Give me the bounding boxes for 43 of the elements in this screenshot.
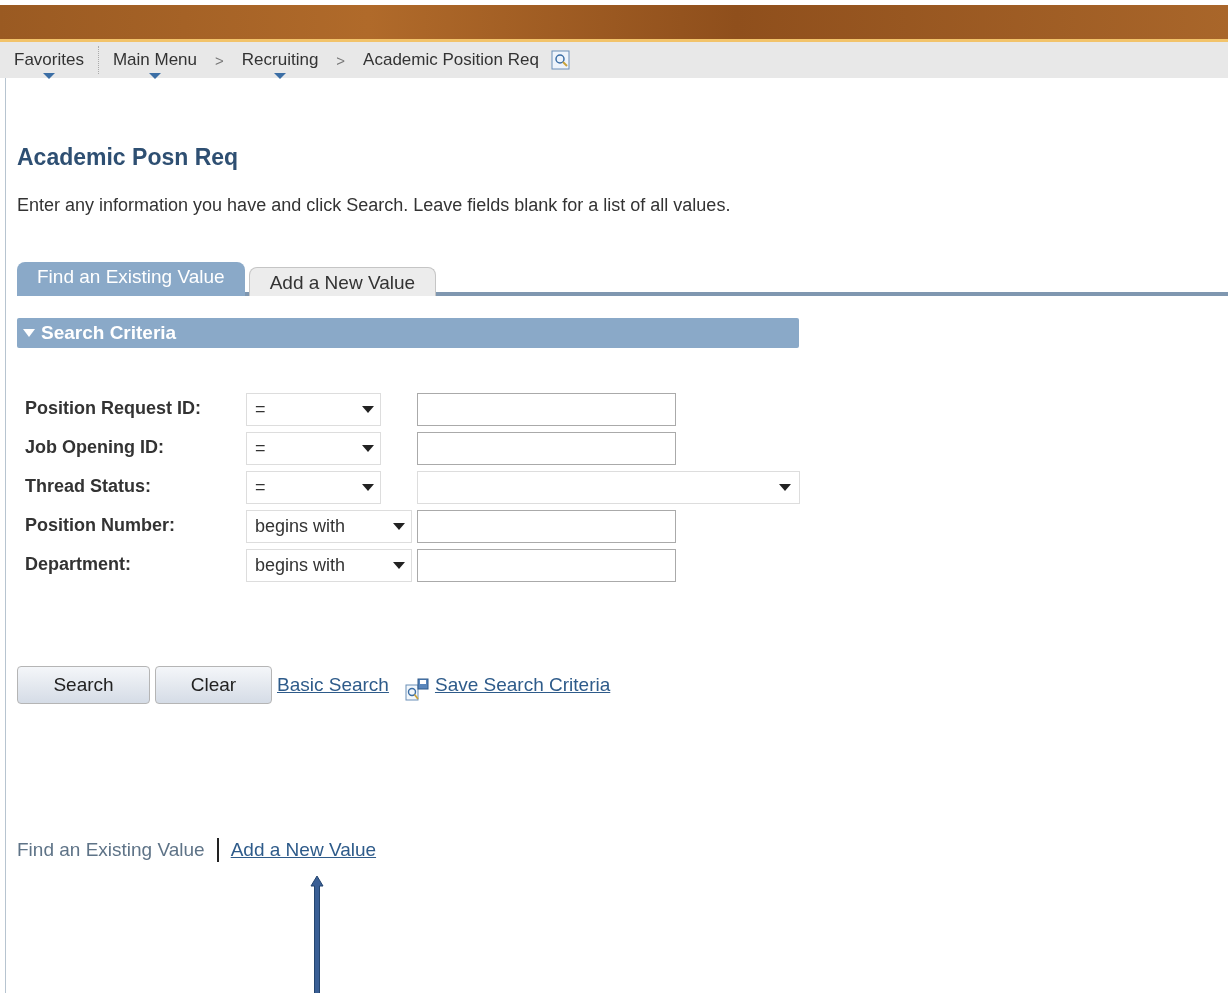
breadcrumb-separator: >: [215, 51, 224, 69]
section-title: Search Criteria: [41, 322, 177, 344]
caret-icon: [362, 484, 374, 491]
link[interactable]: Add a New Value: [230, 839, 377, 861]
caret-icon: [274, 73, 287, 79]
action-button[interactable]: Search: [17, 666, 150, 704]
collapse-icon: [23, 329, 35, 337]
instruction-text: Enter any information you have and click Search. Leave fields blank for a list of all values.: [17, 195, 732, 216]
operator-dropdown[interactable]: =: [246, 471, 381, 504]
operator-dropdown[interactable]: =: [246, 393, 381, 426]
tab[interactable]: Add a New Value: [248, 267, 437, 296]
current-page-label: Find an Existing Value: [17, 839, 205, 861]
operator-dropdown[interactable]: begins with: [246, 549, 412, 582]
action-button[interactable]: Clear: [155, 666, 272, 704]
caret-icon: [393, 562, 405, 569]
value-dropdown[interactable]: [417, 471, 800, 504]
caret-icon: [362, 445, 374, 452]
link[interactable]: Basic Search: [277, 674, 389, 696]
page-title: Academic Posn Req: [17, 143, 240, 171]
search-icon[interactable]: [550, 50, 571, 70]
operator-dropdown[interactable]: begins with: [246, 510, 412, 543]
breadcrumb-separator: >: [336, 51, 346, 69]
caret-icon: [42, 73, 55, 79]
operator-dropdown[interactable]: =: [246, 432, 381, 465]
input-field[interactable]: [417, 510, 676, 543]
save-search-icon[interactable]: [403, 677, 430, 703]
breadcrumb-item: Academic Position Req: [362, 50, 540, 70]
field-label: Department:: [25, 553, 132, 576]
caret-icon: [779, 484, 791, 491]
breadcrumb-menu[interactable]: Main Menu: [110, 50, 200, 70]
caret-icon: [393, 523, 405, 530]
field-label: Position Request ID:: [25, 397, 202, 420]
field-label: Job Opening ID:: [25, 436, 165, 459]
caret-icon: [362, 406, 374, 413]
link[interactable]: Save Search Criteria: [434, 674, 611, 696]
field-label: Position Number:: [25, 514, 176, 537]
field-label: Thread Status:: [25, 475, 153, 498]
breadcrumb-menu[interactable]: Favorites: [12, 50, 86, 70]
breadcrumb-menu[interactable]: Recruiting: [239, 50, 321, 70]
input-field[interactable]: [417, 549, 676, 582]
caret-icon: [148, 73, 161, 79]
input-field[interactable]: [417, 393, 676, 426]
input-field[interactable]: [417, 432, 676, 465]
